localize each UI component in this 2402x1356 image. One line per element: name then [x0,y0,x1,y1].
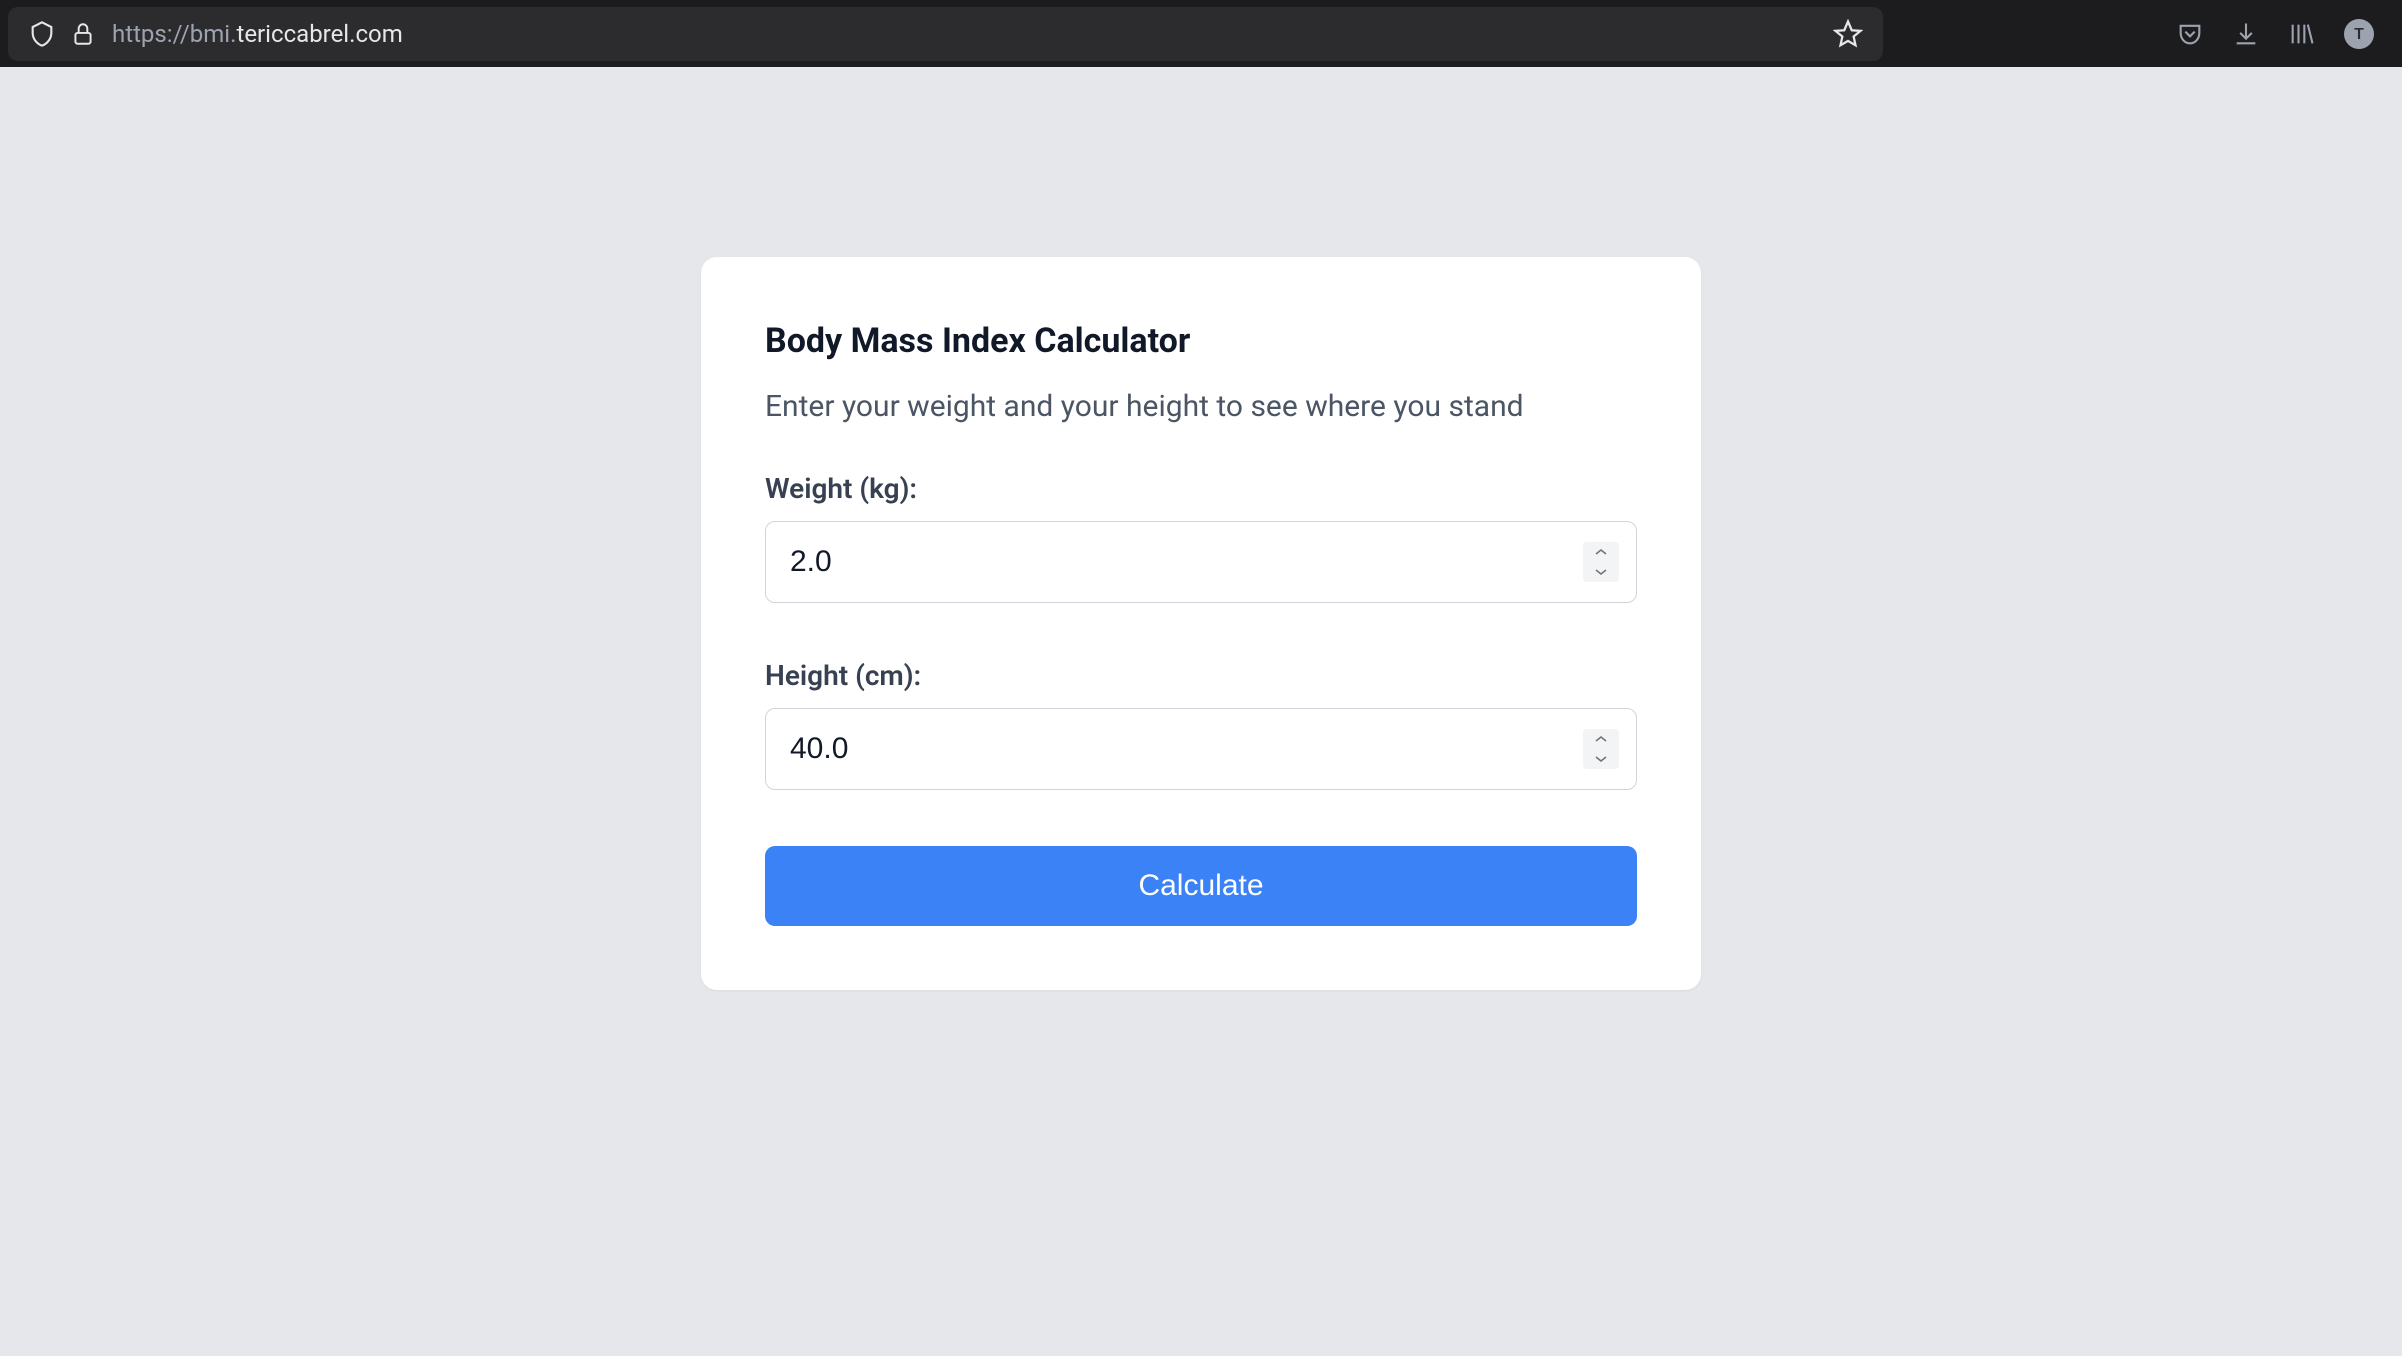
height-stepper [1583,729,1619,769]
browser-chrome: https://bmi.tericcabrel.com [0,0,2402,67]
url-bar[interactable]: https://bmi.tericcabrel.com [8,7,1883,61]
height-input[interactable] [765,708,1637,790]
bookmark-star-icon[interactable] [1833,19,1863,49]
height-stepper-down[interactable] [1583,749,1619,769]
weight-stepper-up[interactable] [1583,542,1619,562]
height-input-wrapper [765,708,1637,790]
weight-label: Weight (kg): [765,472,1637,505]
url-prefix: https://bmi. [112,20,236,48]
avatar-letter: T [2354,24,2364,43]
library-icon[interactable] [2288,20,2316,48]
url-domain: tericcabrel.com [236,20,402,48]
weight-form-group: Weight (kg): [765,472,1637,603]
card-subtitle: Enter your weight and your height to see… [765,389,1637,424]
url-bar-icons [28,20,96,48]
weight-input[interactable] [765,521,1637,603]
bmi-card: Body Mass Index Calculator Enter your we… [701,257,1701,990]
avatar[interactable]: T [2344,19,2374,49]
weight-stepper [1583,542,1619,582]
url-text[interactable]: https://bmi.tericcabrel.com [112,20,1817,48]
shield-icon[interactable] [28,20,56,48]
calculate-button[interactable]: Calculate [765,846,1637,926]
height-form-group: Height (cm): [765,659,1637,790]
toolbar-icons: T [2156,19,2394,49]
content-area: Body Mass Index Calculator Enter your we… [0,67,2402,1356]
download-icon[interactable] [2232,20,2260,48]
pocket-icon[interactable] [2176,20,2204,48]
lock-icon[interactable] [70,21,96,47]
height-stepper-up[interactable] [1583,729,1619,749]
height-label: Height (cm): [765,659,1637,692]
weight-input-wrapper [765,521,1637,603]
weight-stepper-down[interactable] [1583,562,1619,582]
card-title: Body Mass Index Calculator [765,321,1637,361]
